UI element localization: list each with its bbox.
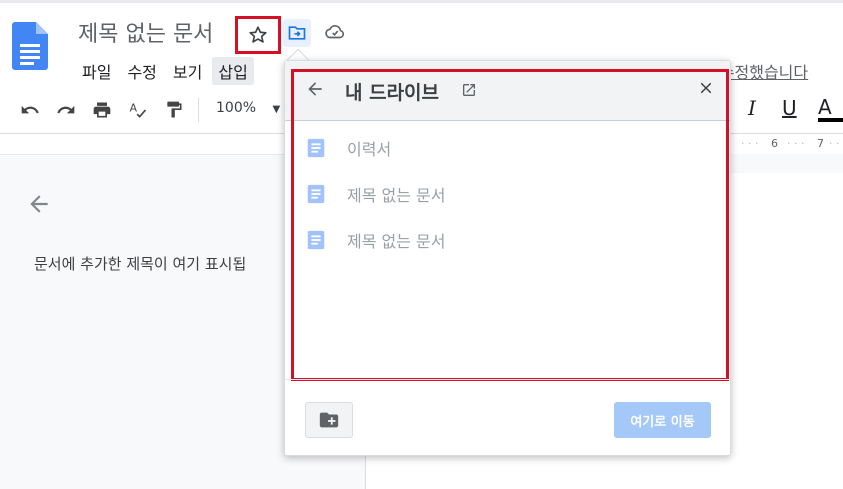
underline-button[interactable]: U [782, 96, 797, 120]
chevron-down-icon: ▼ [272, 104, 281, 115]
undo-button[interactable] [16, 86, 44, 134]
outline-hint-text: 문서에 추가한 제목이 여기 표시됩 [34, 255, 247, 273]
cloud-check-icon [325, 25, 345, 39]
new-folder-button[interactable] [305, 402, 353, 438]
ruler-number: 7 [817, 137, 824, 150]
paint-roller-icon [167, 101, 182, 118]
dialog-footer: 여기로 이동 [285, 379, 730, 455]
menu-view[interactable]: 보기 [167, 57, 208, 85]
document-title[interactable]: 제목 없는 문서 [78, 16, 213, 48]
document-outline-panel: 문서에 추가한 제목이 여기 표시됩 [0, 154, 300, 489]
ruler-ticks: · · · [741, 137, 759, 150]
toolbar-divider [198, 98, 199, 122]
undo-icon [21, 105, 39, 114]
menubar: 파일 수정 보기 삽입 [76, 57, 258, 85]
svg-text:A: A [130, 102, 138, 115]
star-button[interactable] [235, 16, 281, 54]
outline-back-button[interactable] [26, 191, 52, 221]
ruler: · · · 6 · · · 7 · · [731, 134, 843, 154]
zoom-select[interactable]: 100% ▼ [216, 100, 280, 116]
print-button[interactable] [88, 86, 116, 134]
move-to-folder-button[interactable] [283, 19, 311, 47]
folder-move-icon [288, 26, 306, 40]
italic-button[interactable]: I [748, 96, 756, 120]
star-icon [249, 26, 267, 43]
print-icon [93, 102, 111, 118]
ruler-ticks: · · [829, 137, 840, 150]
ruler-number: 6 [771, 137, 778, 150]
paint-format-button[interactable] [160, 86, 188, 134]
highlight-box [291, 69, 729, 381]
ruler-ticks: · · · [787, 137, 805, 150]
redo-button[interactable] [52, 86, 80, 134]
zoom-value: 100% [216, 100, 257, 116]
text-color-button[interactable]: A [818, 96, 843, 122]
menu-edit[interactable]: 수정 [121, 57, 162, 85]
spellcheck-button[interactable]: A [124, 86, 152, 134]
arrow-left-icon [30, 195, 48, 213]
cloud-status-button[interactable] [317, 14, 353, 50]
docs-logo-icon[interactable] [12, 22, 48, 70]
menu-file[interactable]: 파일 [76, 57, 117, 85]
redo-icon [57, 105, 75, 114]
title-actions [235, 14, 353, 54]
menu-insert[interactable]: 삽입 [212, 57, 254, 85]
new-folder-icon [319, 412, 339, 428]
move-dialog: 내 드라이브 이력서 제목 없는 문서 제목 없는 문서 여기로 이동 [284, 60, 731, 456]
spellcheck-icon: A [130, 102, 147, 118]
move-here-button[interactable]: 여기로 이동 [614, 402, 711, 438]
